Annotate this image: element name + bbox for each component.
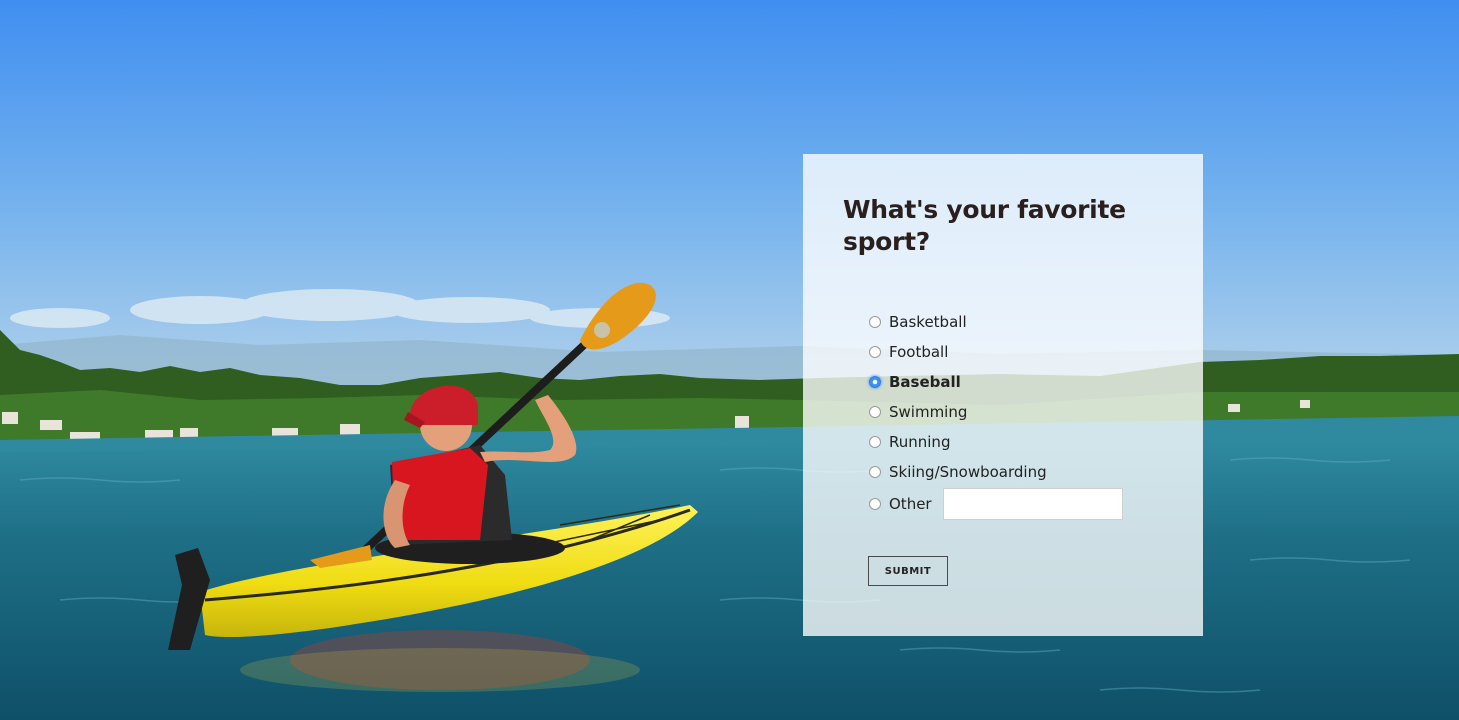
- option-label-football: Football: [889, 343, 949, 361]
- option-label-skiing-snowboarding: Skiing/Snowboarding: [889, 463, 1047, 481]
- radio-running[interactable]: [869, 436, 881, 448]
- other-text-input[interactable]: [942, 488, 1123, 520]
- radio-basketball[interactable]: [869, 316, 881, 328]
- option-label-running: Running: [889, 433, 951, 451]
- radio-baseball[interactable]: [869, 376, 881, 388]
- survey-card: What's your favorite sport? Basketball Fo…: [803, 154, 1203, 636]
- option-football[interactable]: Football: [869, 337, 1123, 367]
- option-label-baseball: Baseball: [889, 373, 961, 391]
- sport-options-list: Basketball Football Baseball Swimming Runnin…: [869, 307, 1123, 521]
- option-label-basketball: Basketball: [889, 313, 967, 331]
- option-label-other: Other: [889, 495, 932, 513]
- radio-swimming[interactable]: [869, 406, 881, 418]
- submit-button[interactable]: SUBMIT: [868, 556, 948, 586]
- radio-other[interactable]: [869, 498, 881, 510]
- survey-question-title: What's your favorite sport?: [843, 195, 1126, 256]
- option-label-swimming: Swimming: [889, 403, 968, 421]
- option-other[interactable]: Other: [869, 487, 1123, 521]
- option-swimming[interactable]: Swimming: [869, 397, 1123, 427]
- radio-skiing-snowboarding[interactable]: [869, 466, 881, 478]
- radio-football[interactable]: [869, 346, 881, 358]
- option-skiing-snowboarding[interactable]: Skiing/Snowboarding: [869, 457, 1123, 487]
- option-running[interactable]: Running: [869, 427, 1123, 457]
- kayak-lake-background-image: [0, 0, 1459, 720]
- option-baseball[interactable]: Baseball: [869, 367, 1123, 397]
- option-basketball[interactable]: Basketball: [869, 307, 1123, 337]
